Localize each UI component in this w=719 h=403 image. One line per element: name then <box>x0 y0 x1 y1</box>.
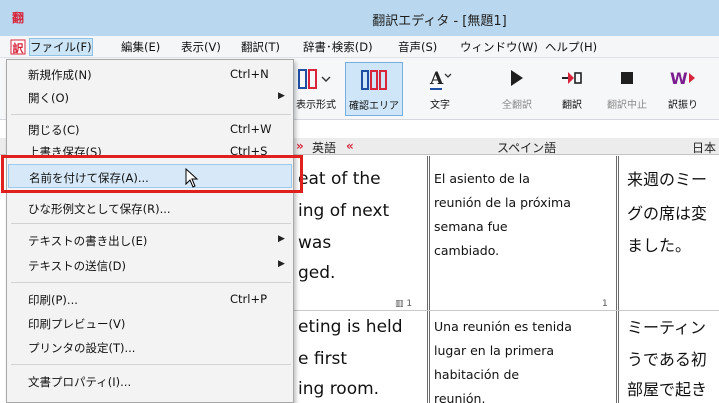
menu-item-print-preview[interactable]: 印刷プレビュー(V) <box>8 312 292 334</box>
menu-separator <box>11 282 291 283</box>
submenu-arrow-icon: ▶ <box>278 91 285 101</box>
spanish-cell-line[interactable]: habitación de <box>434 364 519 385</box>
menu-edit[interactable]: 編集(E) <box>121 39 160 55</box>
english-cell-line[interactable]: eting is held <box>298 316 403 338</box>
translate-all-button: 全翻訳 <box>494 62 540 116</box>
english-cell-line[interactable]: was <box>298 232 331 254</box>
file-menu-dropdown: 新規作成(N) Ctrl+N 開く(O) ▶ 閉じる(C) Ctrl+W 上書き… <box>6 59 294 403</box>
spanish-cell-line[interactable]: cambiado. <box>434 240 499 261</box>
submenu-arrow-icon: ▶ <box>278 234 285 244</box>
display-format-icon <box>298 69 331 89</box>
title-bar: 翻 翻訳エディタ - [無題1] <box>0 0 719 36</box>
column-header-spanish: スペイン語 <box>497 141 557 155</box>
menu-translate[interactable]: 翻訳(T) <box>241 39 280 55</box>
row-marker-icon: ▥ <box>395 299 407 309</box>
menu-item-save-as-template[interactable]: ひな形例文として保存(R)... <box>8 197 292 219</box>
stop-translation-button: 翻訳中止 <box>603 62 651 116</box>
english-cell-line[interactable]: ing of next <box>298 200 389 222</box>
row-number: 1 <box>602 299 608 309</box>
english-cell-line[interactable]: ged. <box>298 262 335 284</box>
spanish-cell-line[interactable]: semana fue <box>434 216 508 237</box>
menu-view[interactable]: 表示(V) <box>181 39 221 55</box>
japanese-cell-line[interactable]: グの席は変 <box>627 202 707 226</box>
svg-text:A: A <box>429 69 444 89</box>
menu-item-open[interactable]: 開く(O) ▶ <box>8 86 292 108</box>
menu-help[interactable]: ヘルプ(H) <box>545 39 597 55</box>
highlight-box <box>1 155 303 193</box>
menu-window[interactable]: ウィンドウ(W) <box>460 39 538 55</box>
menu-item-close[interactable]: 閉じる(C) Ctrl+W <box>8 118 292 140</box>
row-separator <box>290 310 719 311</box>
menu-item-export-text[interactable]: テキストの書き出し(E) ▶ <box>8 229 292 251</box>
spanish-cell-line[interactable]: reunión. <box>434 388 485 403</box>
menu-item-overwrite-save[interactable]: 上書き保存(S) Ctrl+S <box>8 140 292 156</box>
text-button[interactable]: A 文字 <box>418 62 462 116</box>
confirm-area-icon <box>361 70 387 90</box>
menu-dictionary-search[interactable]: 辞書･検索(D) <box>303 39 373 55</box>
play-icon <box>511 70 523 86</box>
english-cell-line[interactable]: eat of the <box>298 168 381 190</box>
menu-item-printer-setup[interactable]: プリンタの設定(T)... <box>8 336 292 358</box>
menu-item-send-text[interactable]: テキストの送信(D) ▶ <box>8 254 292 276</box>
japanese-cell-line[interactable]: 来週のミー <box>627 168 707 192</box>
english-cell-line[interactable]: ing room. <box>298 378 379 400</box>
english-cell-line[interactable]: e first <box>298 348 347 370</box>
spanish-cell-line[interactable]: reunión de la próxima <box>434 192 571 213</box>
window-title: 翻訳エディタ - [無題1] <box>372 14 507 29</box>
translation-assign-button[interactable]: W 訳振り <box>660 62 706 116</box>
column-divider <box>427 156 430 403</box>
menu-item-print[interactable]: 印刷(P)... Ctrl+P <box>8 288 292 310</box>
japanese-cell-line[interactable]: ました。 <box>627 234 691 258</box>
japanese-cell-line[interactable]: ミーティン <box>627 316 706 340</box>
translation-assign-icon: W <box>670 69 695 88</box>
display-format-button[interactable]: 表示形式 <box>290 62 342 116</box>
expand-left-arrow-icon[interactable]: » <box>296 139 304 153</box>
column-divider <box>616 156 619 403</box>
translate-button[interactable]: 翻訳 <box>552 62 592 116</box>
document-icon[interactable]: 訳 <box>10 39 26 55</box>
spanish-cell-line[interactable]: lugar en la primera <box>434 340 554 361</box>
column-header-english: 英語 <box>312 141 337 155</box>
menu-separator <box>11 114 291 115</box>
text-format-icon: A <box>429 69 452 90</box>
menu-item-document-properties[interactable]: 文書プロパティ(I)... <box>8 370 292 392</box>
menu-file[interactable]: ファイル(F) <box>29 38 93 56</box>
svg-text:W: W <box>670 69 688 88</box>
japanese-cell-line[interactable]: うである初 <box>627 348 707 372</box>
submenu-arrow-icon: ▶ <box>278 259 285 269</box>
mouse-cursor-icon <box>185 168 199 188</box>
stop-icon <box>621 72 633 84</box>
row-number: ▥ 1 <box>395 299 413 309</box>
spanish-cell-line[interactable]: Una reunión es tenida <box>434 316 572 337</box>
translate-arrow-icon <box>562 72 582 84</box>
svg-text:訳: 訳 <box>13 41 25 55</box>
column-header-japanese: 日本 <box>692 141 717 155</box>
confirm-area-button[interactable]: 確認エリア <box>345 62 403 116</box>
menu-voice[interactable]: 音声(S) <box>398 39 437 55</box>
menu-separator <box>11 364 291 365</box>
collapse-left-arrow-icon[interactable]: « <box>346 139 354 153</box>
spanish-cell-line[interactable]: El asiento de la <box>434 168 530 189</box>
menu-separator <box>11 223 291 224</box>
menu-bar: 訳 ファイル(F) 編集(E) 表示(V) 翻訳(T) 辞書･検索(D) 音声(… <box>0 36 719 58</box>
japanese-cell-line[interactable]: 部屋で起き <box>627 378 707 402</box>
menu-item-new[interactable]: 新規作成(N) Ctrl+N <box>8 63 292 85</box>
